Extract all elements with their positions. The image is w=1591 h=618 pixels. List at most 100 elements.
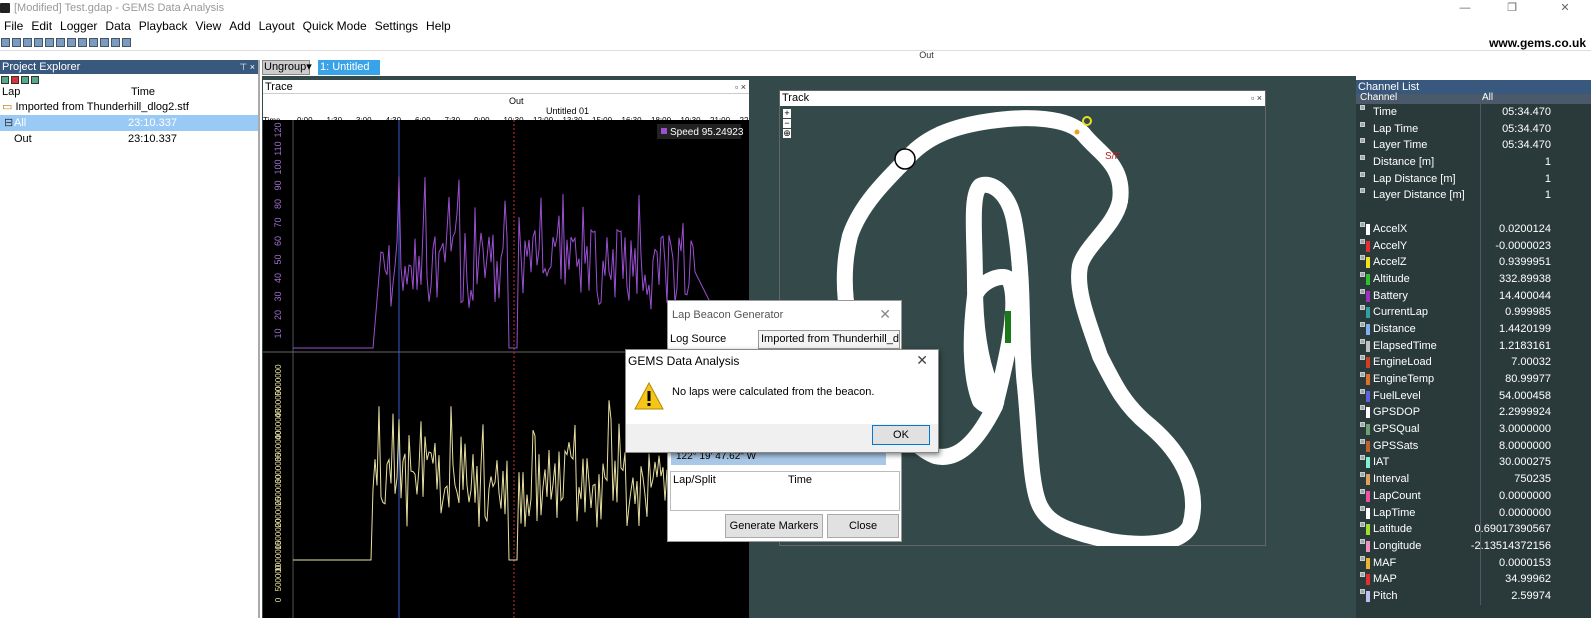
channel-row[interactable]: Layer Time 05:34.470 xyxy=(1356,137,1591,155)
zoom-icon[interactable] xyxy=(67,38,76,47)
channel-checkbox-icon[interactable] xyxy=(1360,572,1365,578)
channel-row[interactable]: EngineLoad 7.00032 xyxy=(1356,354,1591,371)
channel-checkbox-icon[interactable] xyxy=(1360,438,1365,444)
lap-beacon-close-icon[interactable]: ✕ xyxy=(879,306,891,323)
close-icon[interactable]: ✕ xyxy=(1550,0,1580,16)
trace-close-icon[interactable]: ▫ × xyxy=(735,80,746,94)
log-source-select[interactable]: Imported from Thunderhill_dlog2.stf xyxy=(758,330,900,349)
remove-icon[interactable] xyxy=(11,76,19,84)
menu-file[interactable]: File xyxy=(0,17,27,33)
folder-icon[interactable] xyxy=(31,76,39,84)
channel-row[interactable]: Altitude 332.89938 xyxy=(1356,270,1591,288)
project-root[interactable]: ▭ Imported from Thunderhill_dlog2.stf xyxy=(0,99,258,115)
track-close-icon[interactable]: ▫ × xyxy=(1251,91,1262,105)
channel-row[interactable]: Latitude 0.69017390567 xyxy=(1356,521,1591,538)
ungroup-dropdown[interactable]: Ungroup▾ xyxy=(262,60,312,75)
channel-row[interactable]: Distance [m] 1 xyxy=(1356,154,1591,171)
menu-settings[interactable]: Settings xyxy=(371,17,422,33)
channel-row[interactable]: EngineTemp 80.99977 xyxy=(1356,371,1591,388)
cursor-icon[interactable] xyxy=(56,38,65,47)
message-close-icon[interactable]: ✕ xyxy=(916,352,928,369)
menu-view[interactable]: View xyxy=(191,17,225,33)
channel-checkbox-icon[interactable] xyxy=(1360,188,1365,194)
channel-row[interactable]: ElapsedTime 1.2183161 xyxy=(1356,337,1591,355)
channel-checkbox-icon[interactable] xyxy=(1360,588,1365,594)
channel-checkbox-icon[interactable] xyxy=(1360,155,1365,161)
channel-row[interactable]: Lap Time 05:34.470 xyxy=(1356,120,1591,138)
channel-checkbox-icon[interactable] xyxy=(1360,522,1365,528)
channel-checkbox-icon[interactable] xyxy=(1360,138,1365,144)
channel-row[interactable]: Lap Distance [m] 1 xyxy=(1356,170,1591,188)
tab-untitled[interactable]: 1: Untitled xyxy=(318,60,380,75)
save-icon[interactable] xyxy=(12,38,21,47)
pause-icon[interactable] xyxy=(111,38,120,47)
col-time[interactable]: Time xyxy=(131,86,155,98)
channel-row[interactable]: IAT 30.000275 xyxy=(1356,454,1591,472)
channel-row[interactable]: LapTime 0.0000000 xyxy=(1356,504,1591,522)
channel-checkbox-icon[interactable] xyxy=(1360,488,1365,494)
channel-row[interactable]: CurrentLap 0.999985 xyxy=(1356,304,1591,321)
channel-checkbox-icon[interactable] xyxy=(1360,422,1365,428)
channel-checkbox-icon[interactable] xyxy=(1360,472,1365,478)
channel-row[interactable]: Battery 14.400044 xyxy=(1356,287,1591,305)
channel-row[interactable]: AccelY -0.0000023 xyxy=(1356,237,1591,255)
channel-row[interactable]: FuelLevel 54.000458 xyxy=(1356,387,1591,405)
channel-row[interactable]: Longitude -2.13514372156 xyxy=(1356,537,1591,555)
channel-checkbox-icon[interactable] xyxy=(1360,388,1365,394)
channel-checkbox-icon[interactable] xyxy=(1360,238,1365,244)
channel-row[interactable]: MAF 0.0000153 xyxy=(1356,554,1591,572)
channel-checkbox-icon[interactable] xyxy=(1360,321,1365,327)
marker-icon[interactable] xyxy=(100,38,109,47)
print-icon[interactable] xyxy=(45,38,54,47)
col-lap[interactable]: Lap xyxy=(2,86,20,98)
settings-icon[interactable] xyxy=(122,38,131,47)
close-button[interactable]: Close xyxy=(827,514,899,538)
expand-icon[interactable]: ⊟ xyxy=(4,115,13,131)
channel-checkbox-icon[interactable] xyxy=(1360,455,1365,461)
channel-row[interactable]: AccelZ 0.9399951 xyxy=(1356,254,1591,271)
channel-row[interactable]: AccelX 0.0200124 xyxy=(1356,220,1591,238)
disk-icon[interactable] xyxy=(34,38,43,47)
col-channel[interactable]: Channel xyxy=(1360,92,1397,103)
lap-row[interactable]: Out 23:10.337 xyxy=(0,131,258,147)
channel-row[interactable]: GPSQual 3.0000000 xyxy=(1356,421,1591,438)
menu-help[interactable]: Help xyxy=(422,17,455,33)
export-icon[interactable] xyxy=(23,38,32,47)
play-icon[interactable] xyxy=(78,38,87,47)
channel-checkbox-icon[interactable] xyxy=(1360,355,1365,361)
channel-checkbox-icon[interactable] xyxy=(1360,555,1365,561)
menu-add[interactable]: Add xyxy=(225,17,254,33)
channel-row[interactable]: LapCount 0.0000000 xyxy=(1356,487,1591,505)
add-icon[interactable] xyxy=(1,76,9,84)
channel-checkbox-icon[interactable] xyxy=(1360,305,1365,311)
open-icon[interactable] xyxy=(1,38,10,47)
channel-checkbox-icon[interactable] xyxy=(1360,221,1365,227)
menu-quick-mode[interactable]: Quick Mode xyxy=(299,17,371,33)
channel-row[interactable]: Distance 1.4420199 xyxy=(1356,320,1591,338)
channel-row[interactable]: GPSDOP 2.2999924 xyxy=(1356,404,1591,422)
channel-row[interactable]: Layer Distance [m] 1 xyxy=(1356,187,1591,205)
channel-checkbox-icon[interactable] xyxy=(1360,105,1365,110)
channel-checkbox-icon[interactable] xyxy=(1360,505,1365,511)
menu-layout[interactable]: Layout xyxy=(255,17,299,33)
coordinate-row[interactable]: 122° 19' 47.62" W xyxy=(671,451,886,465)
pin-icon[interactable]: ⊤ × xyxy=(239,60,255,74)
channel-checkbox-icon[interactable] xyxy=(1360,271,1365,277)
channel-row[interactable]: GPSSats 8.0000000 xyxy=(1356,437,1591,455)
channel-row[interactable]: Time 05:34.470 xyxy=(1356,104,1591,121)
channel-checkbox-icon[interactable] xyxy=(1360,121,1365,127)
channel-checkbox-icon[interactable] xyxy=(1360,372,1365,377)
channel-checkbox-icon[interactable] xyxy=(1360,338,1365,344)
ok-button[interactable]: OK xyxy=(872,425,930,445)
col-filter[interactable]: All xyxy=(1482,92,1493,103)
lap-split-list[interactable]: Lap/Split Time xyxy=(670,471,900,511)
channel-row[interactable]: MAP 34.99962 xyxy=(1356,571,1591,588)
channel-checkbox-icon[interactable] xyxy=(1360,171,1365,177)
channel-checkbox-icon[interactable] xyxy=(1360,538,1365,544)
lap-row[interactable]: ⊟ All 23:10.337 xyxy=(0,115,258,131)
menu-logger[interactable]: Logger xyxy=(56,17,101,33)
generate-markers-button[interactable]: Generate Markers xyxy=(725,514,823,538)
channel-row[interactable]: Pitch 2.59974 xyxy=(1356,587,1591,605)
grid-icon[interactable] xyxy=(21,76,29,84)
step-icon[interactable] xyxy=(89,38,98,47)
